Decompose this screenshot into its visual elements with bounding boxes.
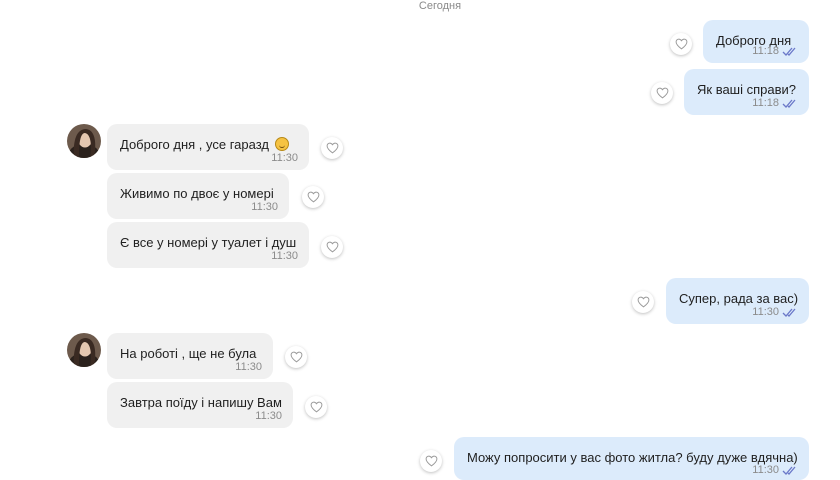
message-meta: 11:30 (752, 306, 798, 318)
message-text: Живимо по двоє у номері (120, 186, 274, 201)
message-text: Завтра поїду і напишу Вам (120, 395, 282, 410)
message-bubble-incoming[interactable]: Є все у номері у туалет і душ 11:30 (107, 222, 309, 268)
message-text: На роботі , ще не була (120, 346, 257, 361)
smiling-face-emoji-icon (274, 137, 289, 151)
message-meta: 11:18 (752, 97, 798, 109)
message-meta: 11:30 (235, 361, 262, 373)
date-separator: Сегодня (418, 0, 462, 12)
message-time: 11:30 (255, 410, 282, 422)
like-heart-icon[interactable] (420, 450, 442, 472)
message-bubble-outgoing[interactable]: Можу попросити у вас фото житла? буду ду… (454, 437, 809, 480)
message-time: 11:30 (752, 464, 779, 476)
message-bubble-outgoing[interactable]: Доброго дня 11:18 (703, 20, 809, 63)
message-text: Є все у номері у туалет і душ (120, 235, 297, 250)
double-check-icon (782, 47, 796, 56)
message-time: 11:30 (271, 250, 298, 262)
like-heart-icon[interactable] (305, 396, 327, 418)
message-meta: 11:30 (271, 152, 298, 164)
message-time: 11:30 (271, 152, 298, 164)
like-heart-icon[interactable] (651, 82, 673, 104)
message-time: 11:18 (752, 97, 779, 109)
message-time: 11:30 (752, 306, 779, 318)
message-text: Доброго дня , усе гаразд (120, 137, 289, 153)
like-heart-icon[interactable] (670, 33, 692, 55)
message-meta: 11:30 (752, 464, 798, 476)
message-bubble-incoming[interactable]: Доброго дня , усе гаразд 11:30 (107, 124, 309, 170)
message-meta: 11:30 (271, 250, 298, 262)
message-time: 11:30 (235, 361, 262, 373)
message-text: Як ваші справи? (697, 82, 797, 97)
message-meta: 11:30 (251, 201, 278, 213)
message-time: 11:30 (251, 201, 278, 213)
like-heart-icon[interactable] (321, 137, 343, 159)
like-heart-icon[interactable] (285, 346, 307, 368)
message-meta: 11:30 (255, 410, 282, 422)
double-check-icon (782, 466, 796, 475)
message-bubble-outgoing[interactable]: Супер, рада за вас) 11:30 (666, 278, 809, 324)
like-heart-icon[interactable] (632, 291, 654, 313)
message-bubble-incoming[interactable]: На роботі , ще не була 11:30 (107, 333, 273, 379)
message-text: Можу попросити у вас фото житла? буду ду… (467, 450, 798, 465)
like-heart-icon[interactable] (321, 236, 343, 258)
contact-avatar[interactable] (67, 333, 101, 367)
message-bubble-incoming[interactable]: Живимо по двоє у номері 11:30 (107, 173, 289, 219)
message-bubble-outgoing[interactable]: Як ваші справи? 11:18 (684, 69, 809, 115)
double-check-icon (782, 308, 796, 317)
like-heart-icon[interactable] (302, 186, 324, 208)
message-text: Супер, рада за вас) (679, 291, 799, 306)
message-time: 11:18 (752, 45, 779, 57)
message-meta: 11:18 (752, 45, 798, 57)
message-bubble-incoming[interactable]: Завтра поїду і напишу Вам 11:30 (107, 382, 293, 428)
double-check-icon (782, 99, 796, 108)
contact-avatar[interactable] (67, 124, 101, 158)
